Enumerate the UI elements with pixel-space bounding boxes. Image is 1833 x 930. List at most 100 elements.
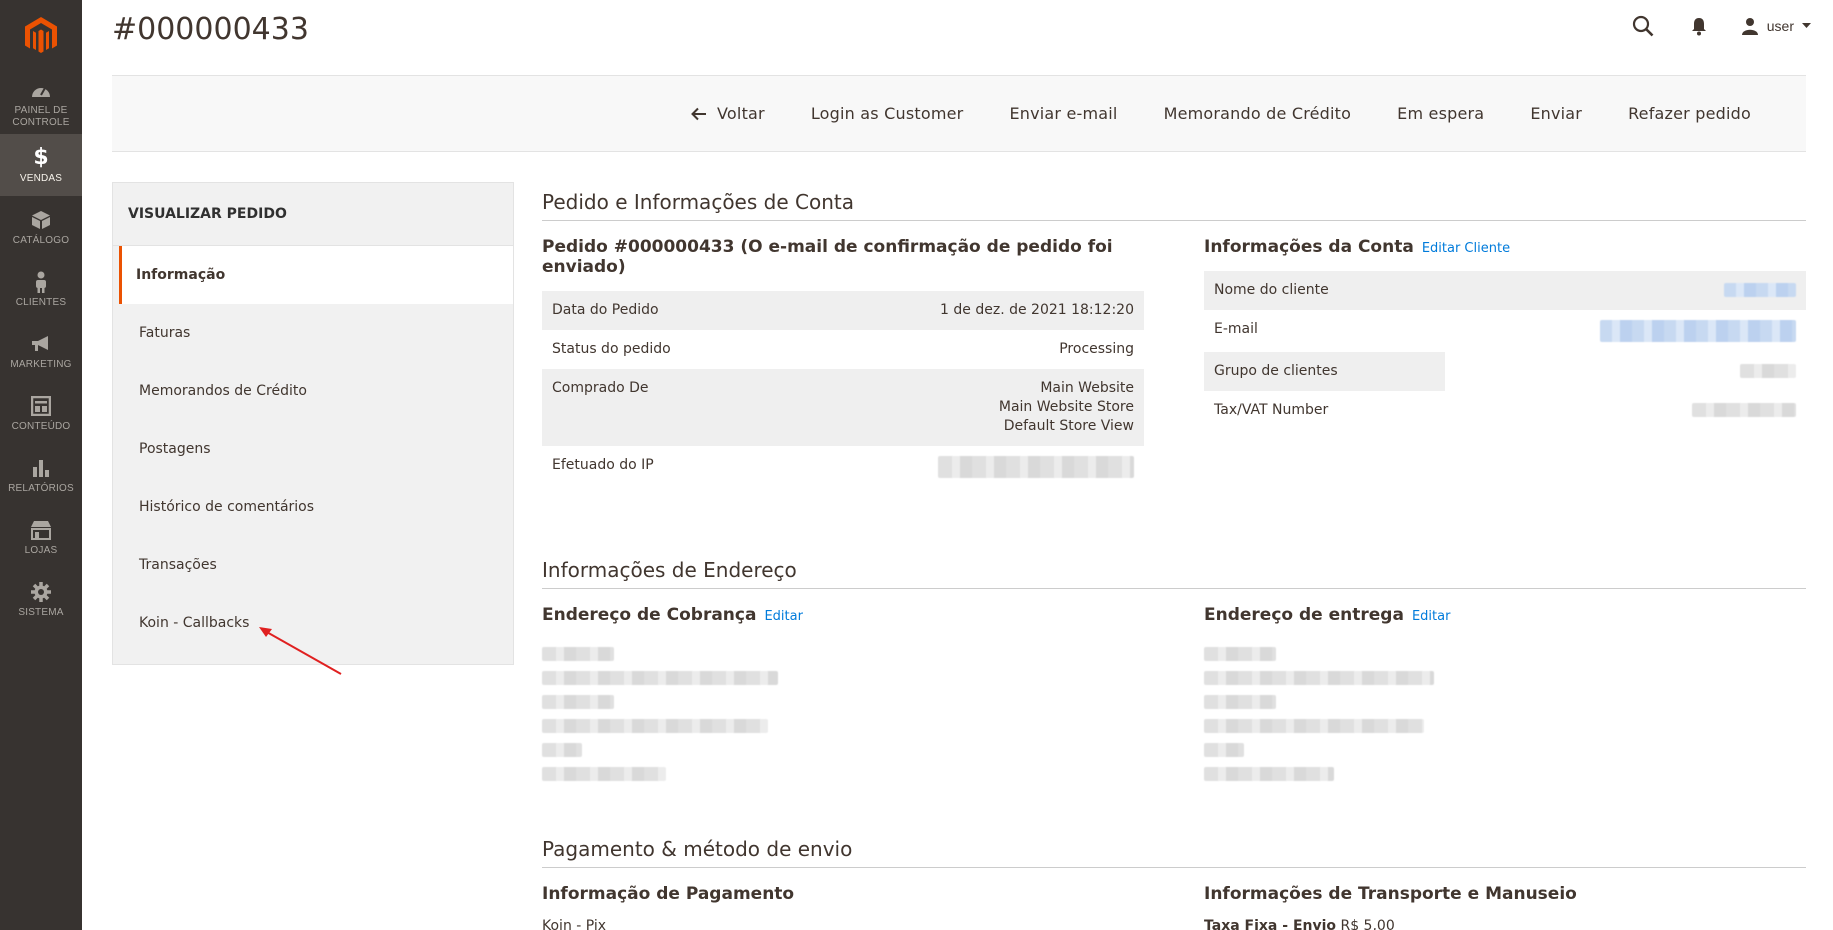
- customer-email-value[interactable]: [1444, 310, 1806, 352]
- shipping-address-redacted: [1204, 639, 1806, 785]
- shipping-info-column: Informações de Transporte e Manuseio Tax…: [1204, 884, 1806, 930]
- tab-information[interactable]: Informação: [119, 246, 513, 304]
- arrow-left-icon: [691, 107, 707, 120]
- shipping-method-heading: Informações de Transporte e Manuseio: [1204, 884, 1806, 904]
- order-heading: Pedido #000000433 (O e-mail de confirmaç…: [542, 237, 1144, 277]
- redacted-email: [1600, 320, 1796, 342]
- tab-comments-history[interactable]: Histórico de comentários: [119, 478, 513, 536]
- shipping-address-column: Endereço de entrega Editar: [1204, 605, 1806, 789]
- reorder-button[interactable]: Refazer pedido: [1605, 104, 1774, 123]
- payment-heading-text: Informação de Pagamento: [542, 884, 795, 904]
- redacted-line: [1204, 718, 1424, 733]
- edit-billing-link[interactable]: Editar: [764, 609, 803, 624]
- search-icon[interactable]: [1629, 12, 1657, 40]
- nav-stores[interactable]: LOJAS: [0, 506, 82, 568]
- user-icon: [1741, 18, 1758, 35]
- nav-customers[interactable]: CLIENTES: [0, 258, 82, 320]
- nav-marketing-label: MARKETING: [10, 358, 72, 370]
- redacted-line: [1204, 670, 1434, 685]
- send-email-button[interactable]: Enviar e-mail: [986, 104, 1140, 123]
- dashboard-icon: [29, 78, 53, 102]
- nav-reports-label: RELATÓRIOS: [8, 482, 74, 494]
- order-status-value: Processing: [1059, 341, 1134, 357]
- order-status-label: Status do pedido: [552, 341, 671, 357]
- edit-customer-link[interactable]: Editar Cliente: [1422, 241, 1510, 256]
- redacted-line: [1204, 694, 1276, 709]
- order-info-column: Pedido #000000433 (O e-mail de confirmaç…: [542, 237, 1144, 488]
- edit-shipping-link[interactable]: Editar: [1412, 609, 1451, 624]
- magento-logo-icon: [25, 17, 57, 53]
- redacted-line: [542, 694, 614, 709]
- redacted-tax: [1692, 403, 1796, 417]
- order-date-label: Data do Pedido: [542, 291, 778, 330]
- tabs-title: VISUALIZAR PEDIDO: [113, 183, 513, 246]
- purchased-website: Main Website: [1040, 380, 1134, 396]
- shipping-heading-text: Endereço de entrega: [1204, 605, 1404, 625]
- annotation-arrow: [259, 627, 342, 675]
- credit-memo-button[interactable]: Memorando de Crédito: [1141, 104, 1375, 123]
- billing-address-column: Endereço de Cobrança Editar: [542, 605, 1144, 789]
- box-icon: [29, 208, 53, 232]
- tab-credit-memos[interactable]: Memorandos de Crédito: [119, 362, 513, 420]
- nav-catalog-label: CATÁLOGO: [12, 234, 70, 246]
- page-actions-toolbar: Voltar Login as Customer Enviar e-mail M…: [112, 75, 1806, 152]
- nav-content-label: CONTEÚDO: [11, 420, 71, 432]
- payment-heading: Informação de Pagamento: [542, 884, 1144, 904]
- payment-section-title: Pagamento & método de envio: [542, 837, 1806, 868]
- user-name: user: [1766, 18, 1794, 34]
- redacted-line: [1204, 742, 1244, 757]
- tab-shipments[interactable]: Postagens: [119, 420, 513, 478]
- redacted-line: [1204, 646, 1276, 661]
- shipping-method-price: R$ 5,00: [1340, 918, 1395, 930]
- ship-button[interactable]: Enviar: [1507, 104, 1605, 123]
- table-row: Status do pedido Processing: [542, 330, 1144, 369]
- table-row: Efetuado do IP: [542, 446, 1144, 488]
- hold-button[interactable]: Em espera: [1374, 104, 1507, 123]
- back-button[interactable]: Voltar: [668, 104, 788, 123]
- shipping-method: Taxa Fixa - Envio R$ 5,00: [1204, 918, 1806, 930]
- nav-content[interactable]: CONTEÚDO: [0, 382, 82, 444]
- magento-logo[interactable]: [0, 0, 82, 72]
- admin-sidebar: PAINEL DE CONTROLE $ VENDAS CATÁLOGO CLI…: [0, 0, 82, 930]
- nav-marketing[interactable]: MARKETING: [0, 320, 82, 382]
- placed-from-ip-value: [777, 446, 1144, 488]
- payment-info-column: Informação de Pagamento Koin - Pix: [542, 884, 1144, 930]
- header-actions: user: [1629, 12, 1811, 40]
- page-title: #000000433: [112, 12, 309, 47]
- customer-name-value[interactable]: [1444, 271, 1806, 310]
- user-menu[interactable]: user: [1741, 17, 1811, 35]
- billing-heading-text: Endereço de Cobrança: [542, 605, 757, 625]
- redacted-group: [1740, 364, 1796, 378]
- account-info-column: Informações da Conta Editar Cliente Nome…: [1204, 237, 1806, 488]
- nav-system[interactable]: SISTEMA: [0, 568, 82, 630]
- back-label: Voltar: [717, 104, 765, 123]
- nav-catalog[interactable]: CATÁLOGO: [0, 196, 82, 258]
- table-row: Tax/VAT Number: [1204, 391, 1806, 430]
- address-section-title: Informações de Endereço: [542, 558, 1806, 589]
- bar-chart-icon: [29, 456, 53, 480]
- tab-transactions[interactable]: Transações: [119, 536, 513, 594]
- purchased-store-view: Default Store View: [1003, 418, 1134, 434]
- nav-sales[interactable]: $ VENDAS: [0, 134, 82, 196]
- redacted-line: [542, 766, 666, 781]
- login-as-customer-button[interactable]: Login as Customer: [788, 104, 987, 123]
- nav-dashboard[interactable]: PAINEL DE CONTROLE: [0, 72, 82, 134]
- table-row: Comprado De Main Website Main Website St…: [542, 369, 1144, 446]
- customer-group-value: [1444, 352, 1806, 391]
- dollar-icon: $: [33, 145, 49, 170]
- nav-stores-label: LOJAS: [24, 544, 58, 556]
- account-heading-text: Informações da Conta: [1204, 237, 1414, 257]
- tax-vat-value: [1444, 391, 1806, 430]
- person-icon: [29, 270, 53, 294]
- notifications-bell-icon[interactable]: [1685, 12, 1713, 40]
- order-main-content: Pedido e Informações de Conta Pedido #00…: [542, 190, 1806, 930]
- billing-heading: Endereço de Cobrança Editar: [542, 605, 1144, 625]
- tab-invoices[interactable]: Faturas: [119, 304, 513, 362]
- nav-sales-label: VENDAS: [19, 172, 63, 184]
- tax-vat-label: Tax/VAT Number: [1204, 391, 1445, 430]
- order-view-tabs: VISUALIZAR PEDIDO Informação Faturas Mem…: [112, 182, 514, 665]
- nav-reports[interactable]: RELATÓRIOS: [0, 444, 82, 506]
- gear-icon: [29, 580, 53, 604]
- redacted-line: [542, 646, 614, 661]
- shipping-method-heading-text: Informações de Transporte e Manuseio: [1204, 884, 1577, 904]
